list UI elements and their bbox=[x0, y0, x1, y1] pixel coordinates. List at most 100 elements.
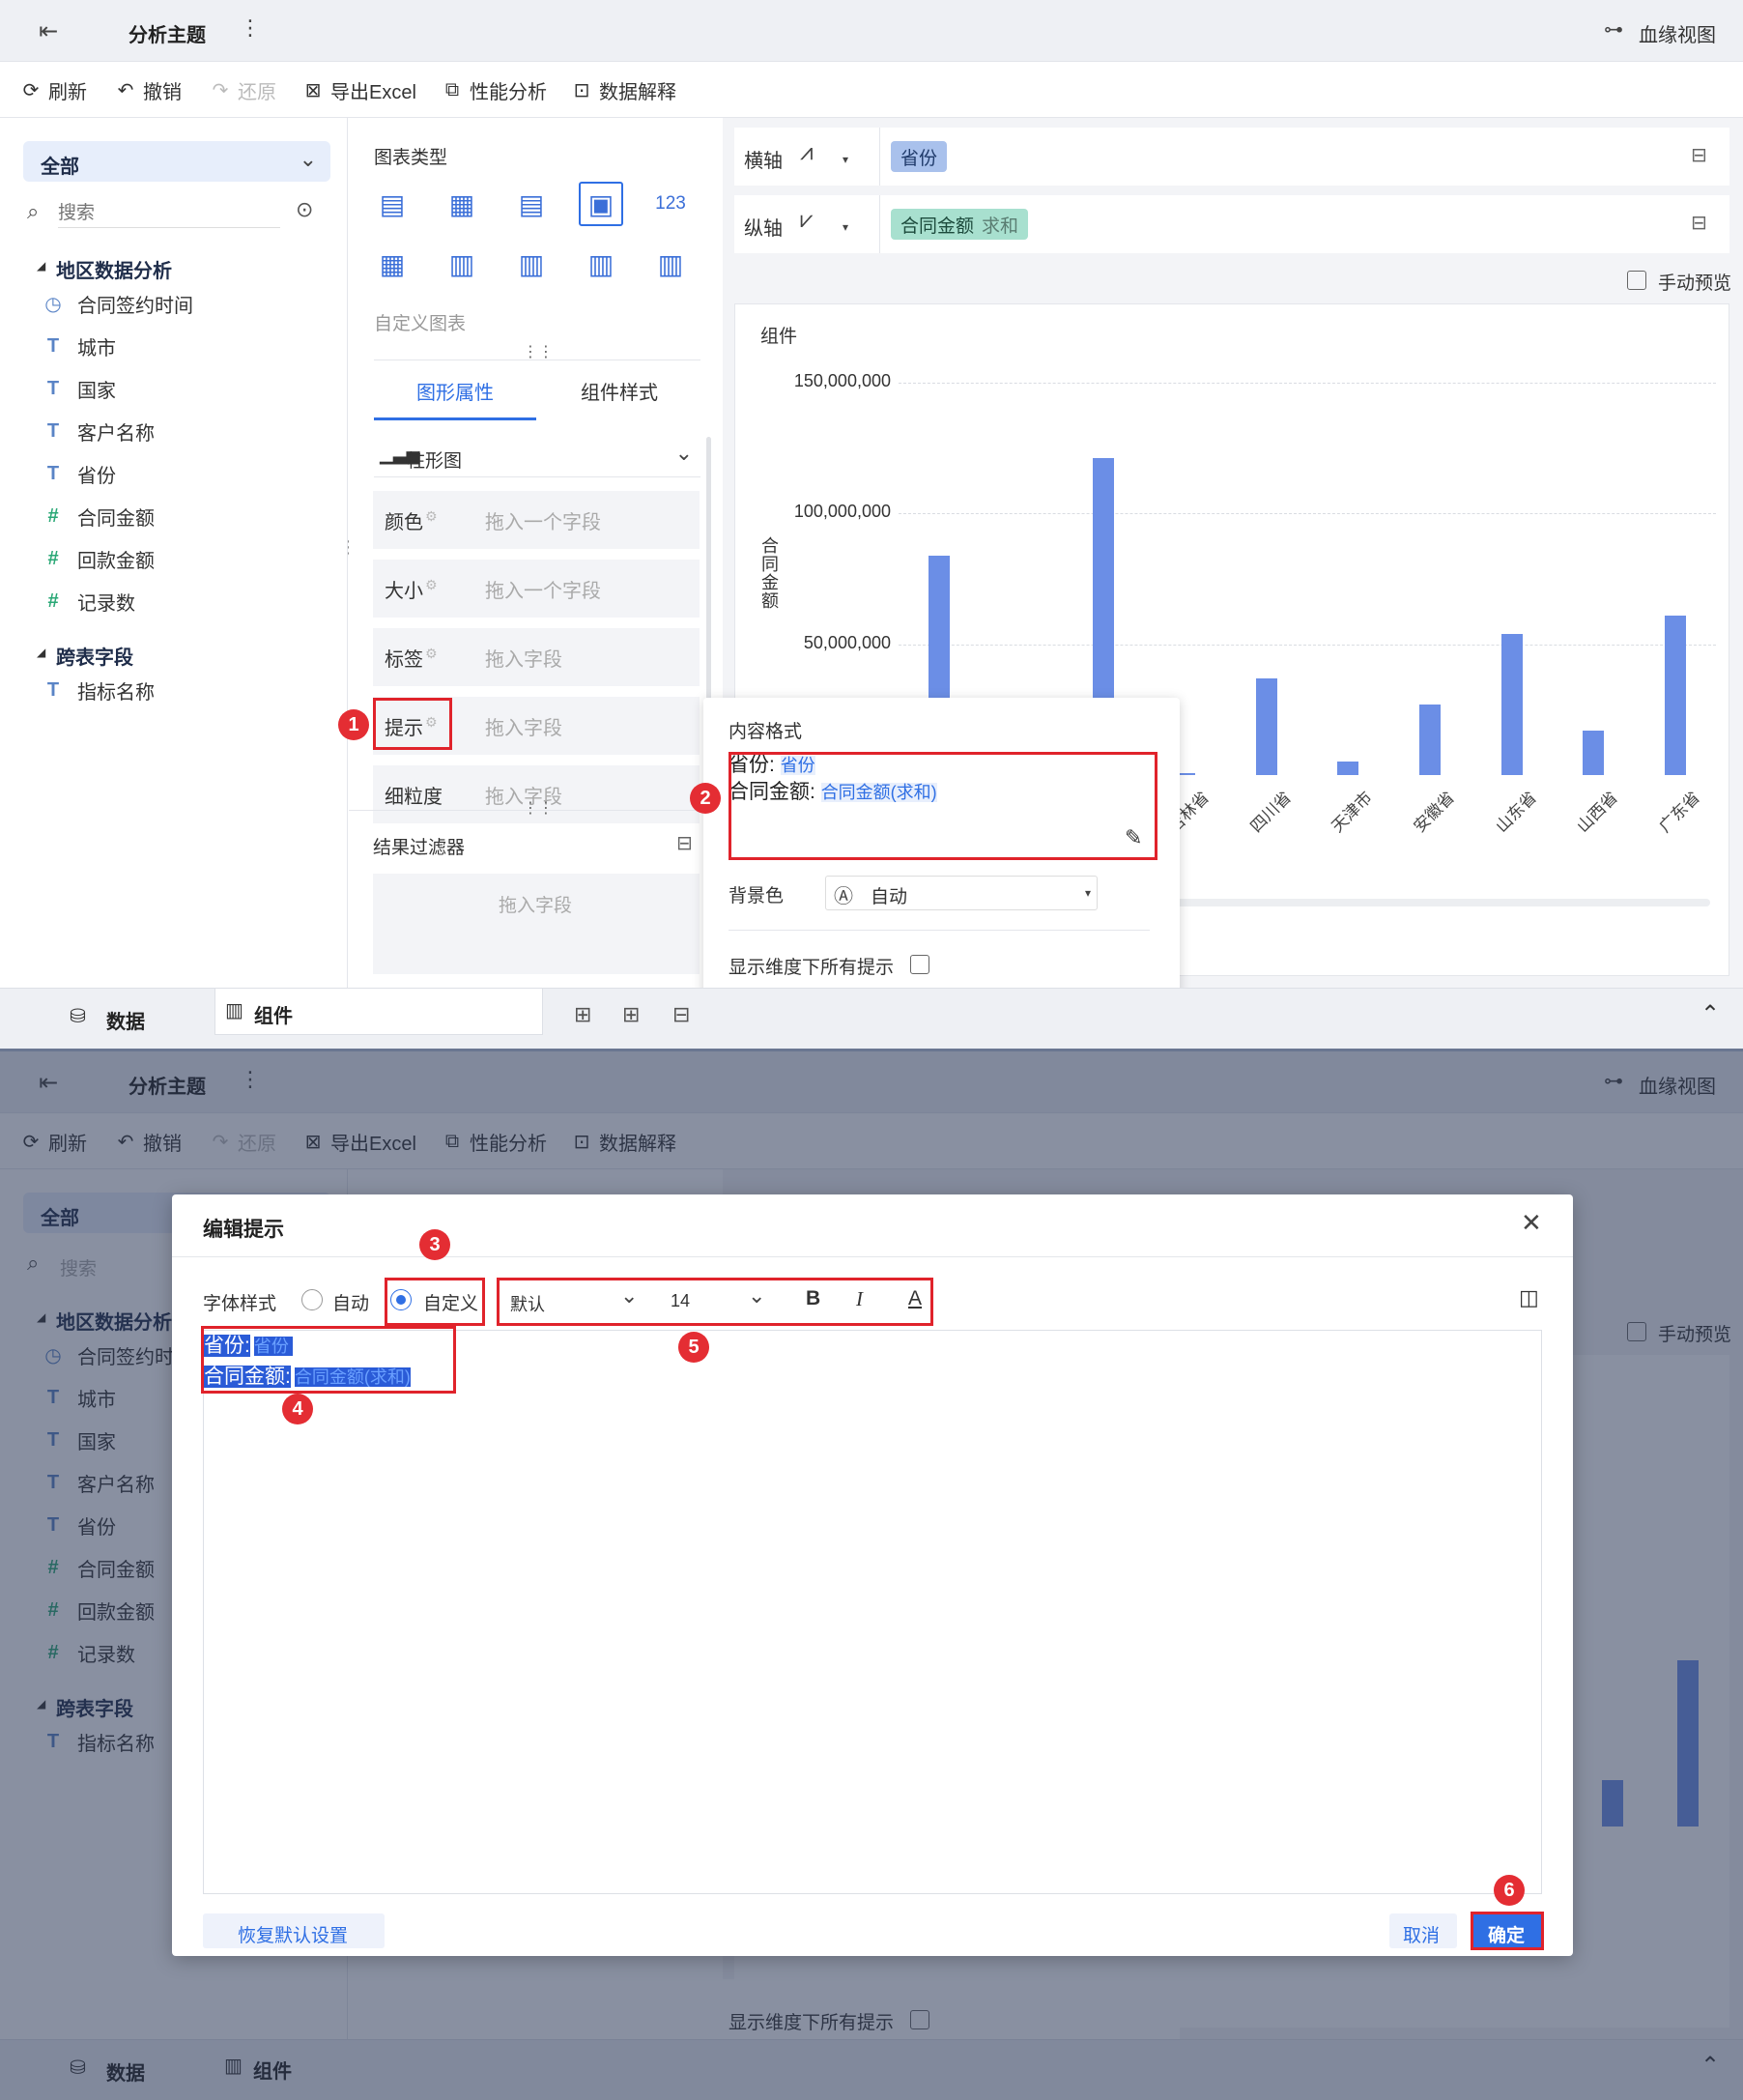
field-item[interactable]: #记录数 bbox=[43, 588, 135, 616]
custom-chart-label[interactable]: 自定义图表 bbox=[374, 309, 466, 335]
refresh-icon: ⟳ bbox=[22, 79, 40, 101]
export-excel-button[interactable]: ⊠导出Excel bbox=[301, 75, 416, 104]
drop-zone-row[interactable]: 颜色 拖入一个字段 ⚙ bbox=[373, 491, 700, 549]
waterfall-icon[interactable]: ▥ bbox=[648, 242, 693, 286]
field-item[interactable]: #合同金额 bbox=[43, 503, 155, 531]
show-all-checkbox[interactable] bbox=[910, 955, 929, 974]
auto-chart-icon[interactable]: ▣ bbox=[579, 182, 623, 226]
dataset-dropdown[interactable]: 全部 ⌄ bbox=[23, 141, 330, 182]
x-tick-label: 山东省 bbox=[1491, 788, 1540, 837]
bottom-bar: ⛁ 数据 ▥ 组件 ⊞ ⊞ ⊟ ⌃ bbox=[0, 988, 1743, 1049]
step-badge: 3 bbox=[419, 1229, 450, 1260]
caret-down-icon: ▾ bbox=[1084, 886, 1091, 900]
field-item[interactable]: T指标名称 bbox=[43, 676, 155, 705]
horizontal-scrollbar[interactable] bbox=[1140, 899, 1710, 906]
kpi-icon[interactable]: 123 bbox=[648, 182, 693, 226]
field-item[interactable]: T客户名称 bbox=[43, 417, 155, 446]
y-axis-title: 合同金额 bbox=[761, 536, 779, 611]
restore-default-button[interactable]: 恢复默认设置 bbox=[203, 1913, 385, 1948]
bar[interactable] bbox=[1255, 677, 1277, 775]
add-component-icon[interactable]: ⊞ bbox=[574, 1002, 591, 1027]
text-type-icon: T bbox=[46, 335, 60, 357]
step-badge: 4 bbox=[282, 1394, 313, 1424]
excel-icon: ⊠ bbox=[304, 79, 322, 101]
field-item[interactable]: ◷合同签约时间 bbox=[43, 290, 193, 318]
lineage-button[interactable]: 血缘视图 bbox=[1639, 19, 1716, 47]
lineage-icon[interactable]: ⊶ bbox=[1604, 17, 1623, 42]
settings-icon[interactable]: ⊟ bbox=[1691, 211, 1707, 235]
table-icon[interactable]: ▤ bbox=[370, 182, 414, 226]
divider bbox=[879, 128, 880, 186]
bar[interactable] bbox=[1418, 704, 1441, 775]
cross-table-icon[interactable]: ▦ bbox=[440, 182, 484, 226]
performance-button[interactable]: ⧉性能分析 bbox=[441, 75, 547, 104]
back-icon[interactable]: ⇤ bbox=[39, 17, 58, 45]
tab-component-style[interactable]: 组件样式 bbox=[581, 377, 658, 405]
undo-button[interactable]: ↶撤销 bbox=[114, 75, 182, 104]
chevron-down-icon: ⌄ bbox=[299, 147, 317, 171]
collapse-icon[interactable]: ◢ bbox=[37, 259, 45, 273]
bar-chart-icon[interactable]: ▥ bbox=[440, 242, 484, 286]
component-tab[interactable]: ▥ 组件 bbox=[214, 989, 543, 1035]
title-bar: ⇤ 分析主题 ⋮ ⊶ 血缘视图 bbox=[0, 0, 1743, 62]
bar[interactable] bbox=[1583, 730, 1605, 775]
drop-zone-row[interactable]: 标签 拖入字段 ⚙ bbox=[373, 628, 700, 686]
tooltip-editor[interactable]: 省份: 省份 合同金额: 合同金额(求和) bbox=[203, 1330, 1542, 1894]
group-title: 跨表字段 bbox=[56, 647, 133, 669]
filter-settings-icon[interactable]: ⊟ bbox=[676, 831, 693, 855]
bar[interactable] bbox=[1337, 762, 1359, 775]
gear-icon[interactable]: ⚙ bbox=[425, 508, 438, 525]
caret-down-icon[interactable]: ▾ bbox=[843, 220, 848, 234]
manual-preview-checkbox[interactable] bbox=[1627, 271, 1646, 290]
result-filter-title: 结果过滤器 bbox=[373, 838, 466, 858]
bar[interactable] bbox=[1664, 615, 1686, 775]
more-options-icon[interactable]: ⊙ bbox=[296, 197, 313, 222]
component-icon: ▥ bbox=[225, 1000, 243, 1021]
x-tick-label: 四川省 bbox=[1246, 788, 1295, 837]
step-badge: 5 bbox=[678, 1332, 709, 1363]
field-item[interactable]: #回款金额 bbox=[43, 545, 155, 573]
grouped-table-icon[interactable]: ▦ bbox=[370, 242, 414, 286]
tab-graph-properties[interactable]: 图形属性 bbox=[416, 377, 494, 405]
x-axis-icon[interactable]: ⩘ bbox=[800, 139, 814, 166]
field-item[interactable]: T国家 bbox=[43, 375, 116, 403]
cancel-button[interactable]: 取消 bbox=[1389, 1913, 1457, 1948]
performance-icon: ⧉ bbox=[444, 78, 460, 101]
filter-drop-zone[interactable]: 拖入字段 bbox=[373, 874, 700, 974]
caret-down-icon[interactable]: ▾ bbox=[843, 153, 848, 166]
gear-icon[interactable]: ⚙ bbox=[425, 577, 438, 593]
data-tab[interactable]: ⛁ 数据 bbox=[0, 989, 213, 1049]
refresh-button[interactable]: ⟳刷新 bbox=[19, 75, 87, 104]
detail-table-icon[interactable]: ▤ bbox=[509, 182, 554, 226]
close-icon[interactable]: ✕ bbox=[1521, 1208, 1542, 1238]
highlight-box bbox=[373, 698, 452, 750]
collapse-up-icon[interactable]: ⌃ bbox=[1700, 1000, 1720, 1028]
stacked-bar-icon[interactable]: ▥ bbox=[509, 242, 554, 286]
redo-button[interactable]: ↷还原 bbox=[209, 75, 276, 104]
chart-kind-select[interactable]: ▁▃▅ 柱形图 ⌄ bbox=[374, 437, 700, 477]
y-tick-label: 50,000,000 bbox=[803, 632, 891, 652]
tab-underline bbox=[374, 417, 536, 420]
y-axis-icon[interactable]: ⩗ bbox=[800, 207, 814, 234]
add-report-icon[interactable]: ⊟ bbox=[672, 1002, 690, 1027]
x-field-chip[interactable]: 省份 bbox=[891, 141, 948, 172]
more-icon[interactable]: ⋮ bbox=[240, 15, 261, 41]
undo-icon: ↶ bbox=[117, 79, 134, 101]
field-item[interactable]: T城市 bbox=[43, 332, 116, 360]
bar[interactable] bbox=[1500, 633, 1523, 775]
auto-radio[interactable] bbox=[301, 1289, 323, 1310]
collapse-icon[interactable]: ◢ bbox=[37, 646, 45, 659]
gear-icon[interactable]: ⚙ bbox=[425, 646, 438, 662]
bg-color-select[interactable]: Ⓐ 自动 ▾ bbox=[825, 876, 1098, 910]
explain-button[interactable]: ⊡数据解释 bbox=[570, 75, 676, 104]
field-item[interactable]: T省份 bbox=[43, 460, 116, 488]
drag-handle[interactable]: ⋮⋮ bbox=[523, 798, 554, 818]
settings-icon[interactable]: ⊟ bbox=[1691, 143, 1707, 167]
insert-field-icon[interactable]: ◫ bbox=[1519, 1285, 1539, 1310]
drop-zone-row[interactable]: 大小 拖入一个字段 ⚙ bbox=[373, 560, 700, 618]
y-field-chip[interactable]: 合同金额 求和 bbox=[891, 209, 1029, 240]
add-table-icon[interactable]: ⊞ bbox=[622, 1002, 640, 1027]
ranged-bar-icon[interactable]: ▥ bbox=[579, 242, 623, 286]
drag-handle[interactable]: ⋮⋮ bbox=[523, 342, 554, 361]
search-input[interactable] bbox=[58, 199, 280, 228]
